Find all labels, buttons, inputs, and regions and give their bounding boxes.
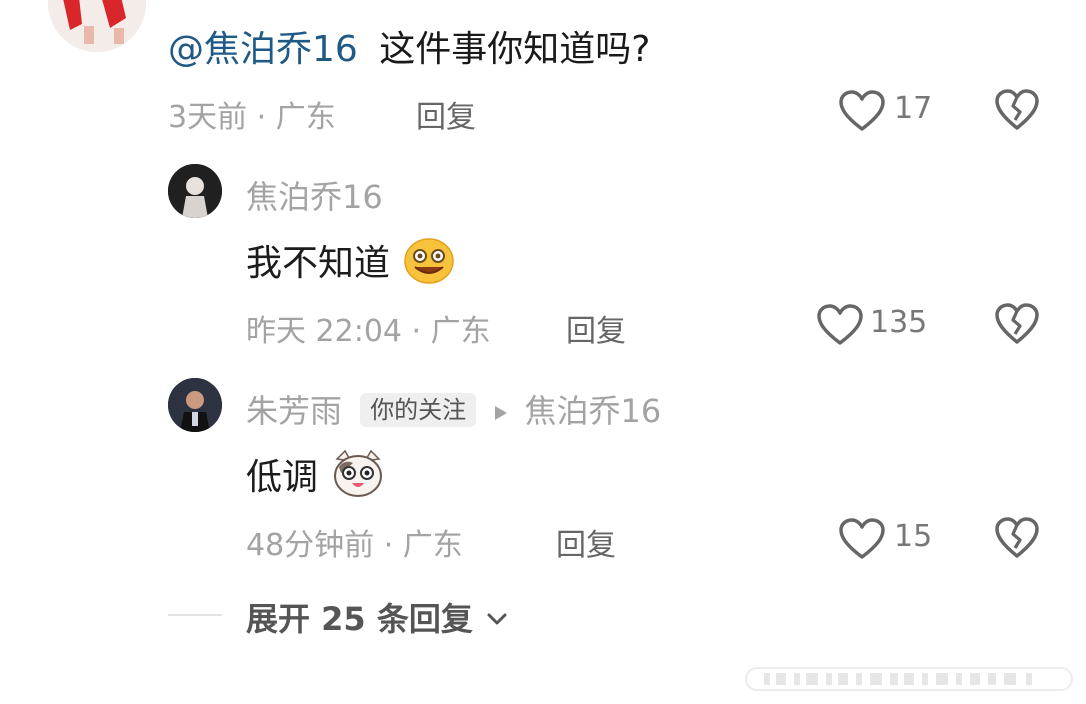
chevron-down-icon <box>487 613 507 625</box>
comment-body: 这件事你知道吗? <box>379 29 651 70</box>
reply-meta: 昨天 22:04 · 广东 <box>246 314 491 349</box>
heart-icon <box>839 90 885 131</box>
top-comment-avatar[interactable] <box>48 0 146 52</box>
following-badge: 你的关注 <box>360 393 477 427</box>
reply-button[interactable]: 回复 <box>556 520 616 564</box>
reply-body: 我不知道 <box>246 243 391 284</box>
reply-button[interactable]: 回复 <box>416 92 476 136</box>
expand-replies-button[interactable]: 展开 25 条回复 <box>246 594 508 640</box>
dislike-button[interactable] <box>994 302 1040 346</box>
watermark <box>744 664 1074 694</box>
broken-heart-icon <box>995 517 1039 558</box>
reply-text: 我不知道 <box>246 234 455 286</box>
top-comment-text: @焦泊乔16 这件事你知道吗? <box>168 20 650 72</box>
like-button[interactable]: 15 <box>838 514 938 564</box>
like-count: 135 <box>870 305 928 340</box>
expand-replies-label: 展开 25 条回复 <box>246 600 473 638</box>
caret-right-icon <box>495 406 508 420</box>
like-count: 15 <box>894 519 933 554</box>
expand-divider <box>168 614 222 616</box>
reply-text: 低调 <box>246 448 385 500</box>
reply-username[interactable]: 朱芳雨 <box>246 392 342 430</box>
like-button[interactable]: 135 <box>816 300 940 350</box>
reply-button[interactable]: 回复 <box>566 306 626 350</box>
like-button[interactable]: 17 <box>838 86 938 136</box>
reply-avatar[interactable] <box>168 164 222 218</box>
reply-avatar[interactable] <box>168 378 222 432</box>
mention-link[interactable]: @焦泊乔16 <box>168 29 358 70</box>
reply-body: 低调 <box>246 457 319 498</box>
like-count: 17 <box>894 91 933 126</box>
cat-face-emoji <box>334 449 383 497</box>
broken-heart-icon <box>995 303 1039 344</box>
broken-heart-icon <box>995 89 1039 130</box>
heart-icon <box>839 518 885 559</box>
reply-header: 朱芳雨 你的关注 焦泊乔16 <box>246 386 661 432</box>
heart-icon <box>817 304 863 345</box>
dislike-button[interactable] <box>994 88 1040 132</box>
reply-to-username[interactable]: 焦泊乔16 <box>525 392 662 430</box>
dislike-button[interactable] <box>994 516 1040 560</box>
reply-username[interactable]: 焦泊乔16 <box>246 172 383 218</box>
laughing-face-emoji <box>404 238 455 284</box>
reply-meta: 48分钟前 · 广东 <box>246 528 463 563</box>
top-comment-meta: 3天前 · 广东 <box>168 100 336 135</box>
